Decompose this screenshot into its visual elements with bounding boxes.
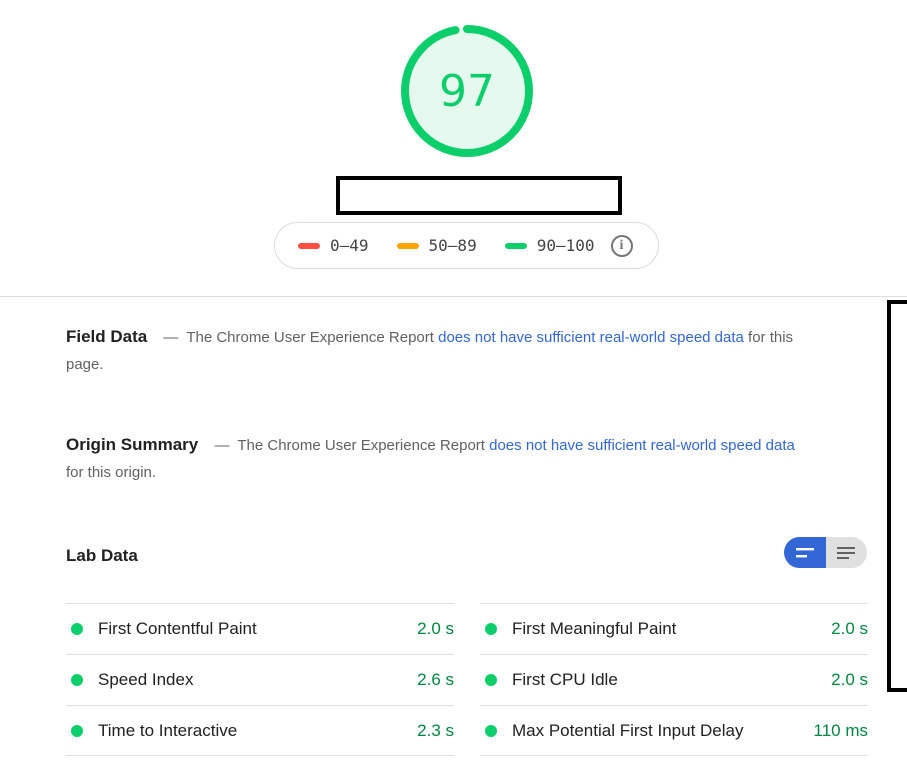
metric-row: Time to Interactive 2.3 s	[66, 705, 454, 756]
pass-dot-icon	[485, 623, 497, 635]
origin-summary-title: Origin Summary	[66, 435, 199, 454]
origin-summary-text-after: for this origin.	[66, 464, 157, 481]
metrics-column-right: First Meaningful Paint 2.0 s First CPU I…	[480, 603, 868, 756]
metric-label: First CPU Idle	[512, 670, 618, 689]
origin-summary-section: Origin Summary — The Chrome User Experie…	[66, 431, 806, 486]
origin-summary-dash: —	[214, 437, 230, 454]
metric-row: Speed Index 2.6 s	[66, 654, 454, 705]
field-data-dash: —	[163, 329, 179, 346]
metrics-column-left: First Contentful Paint 2.0 s Speed Index…	[66, 603, 454, 756]
metric-row: Max Potential First Input Delay 110 ms	[480, 705, 868, 756]
legend-bar-pass	[504, 242, 527, 249]
info-icon[interactable]: i	[610, 234, 633, 257]
metric-value: 2.3 s	[417, 720, 454, 740]
metric-row: First CPU Idle 2.0 s	[480, 654, 868, 705]
metric-value: 2.6 s	[417, 670, 454, 689]
redacted-url-box	[336, 176, 622, 215]
legend-bar-average	[396, 242, 419, 249]
origin-summary-link[interactable]: does not have sufficient real-world spee…	[489, 437, 795, 454]
metric-value: 2.0 s	[831, 670, 868, 689]
legend-bar-fail	[298, 242, 320, 249]
field-data-text-before: The Chrome User Experience Report	[186, 329, 434, 346]
metric-value: 2.0 s	[417, 619, 454, 638]
metric-row: First Meaningful Paint 2.0 s	[480, 603, 868, 654]
lab-data-title: Lab Data	[66, 546, 138, 565]
pass-dot-icon	[485, 674, 497, 686]
legend-label-fail: 0–49	[330, 236, 369, 255]
origin-summary-text-before: The Chrome User Experience Report	[237, 437, 485, 454]
section-divider	[0, 296, 907, 297]
metric-label: Time to Interactive	[98, 720, 238, 740]
field-data-link[interactable]: does not have sufficient real-world spee…	[438, 329, 744, 346]
legend-item-fail: 0–49	[298, 236, 369, 255]
metric-label: Speed Index	[98, 670, 194, 689]
legend-label-average: 50–89	[428, 236, 477, 255]
redacted-side-box	[887, 300, 907, 692]
metric-row: First Contentful Paint 2.0 s	[66, 603, 454, 654]
metric-label: First Meaningful Paint	[512, 619, 677, 638]
score-legend: 0–49 50–89 90–100 i	[274, 222, 659, 269]
list-view-icon	[837, 546, 856, 559]
metric-label: First Contentful Paint	[98, 619, 257, 638]
list-view-button[interactable]	[825, 537, 867, 568]
legend-label-pass: 90–100	[536, 236, 595, 255]
pass-dot-icon	[71, 674, 83, 686]
summary-view-button[interactable]	[784, 537, 826, 568]
score-gauge: 97	[398, 22, 536, 160]
field-data-title: Field Data	[66, 327, 148, 346]
metric-label: Max Potential First Input Delay	[512, 720, 744, 740]
legend-item-pass: 90–100	[504, 236, 595, 255]
field-data-section: Field Data — The Chrome User Experience …	[66, 323, 806, 378]
metric-value: 2.0 s	[831, 619, 868, 638]
summary-view-icon	[795, 547, 814, 557]
metrics-view-toggle[interactable]	[784, 537, 867, 568]
pass-dot-icon	[71, 724, 83, 737]
pass-dot-icon	[485, 724, 497, 737]
metric-value: 110 ms	[813, 720, 869, 740]
score-value: 97	[439, 65, 495, 117]
legend-item-average: 50–89	[396, 236, 477, 255]
pass-dot-icon	[71, 623, 83, 635]
